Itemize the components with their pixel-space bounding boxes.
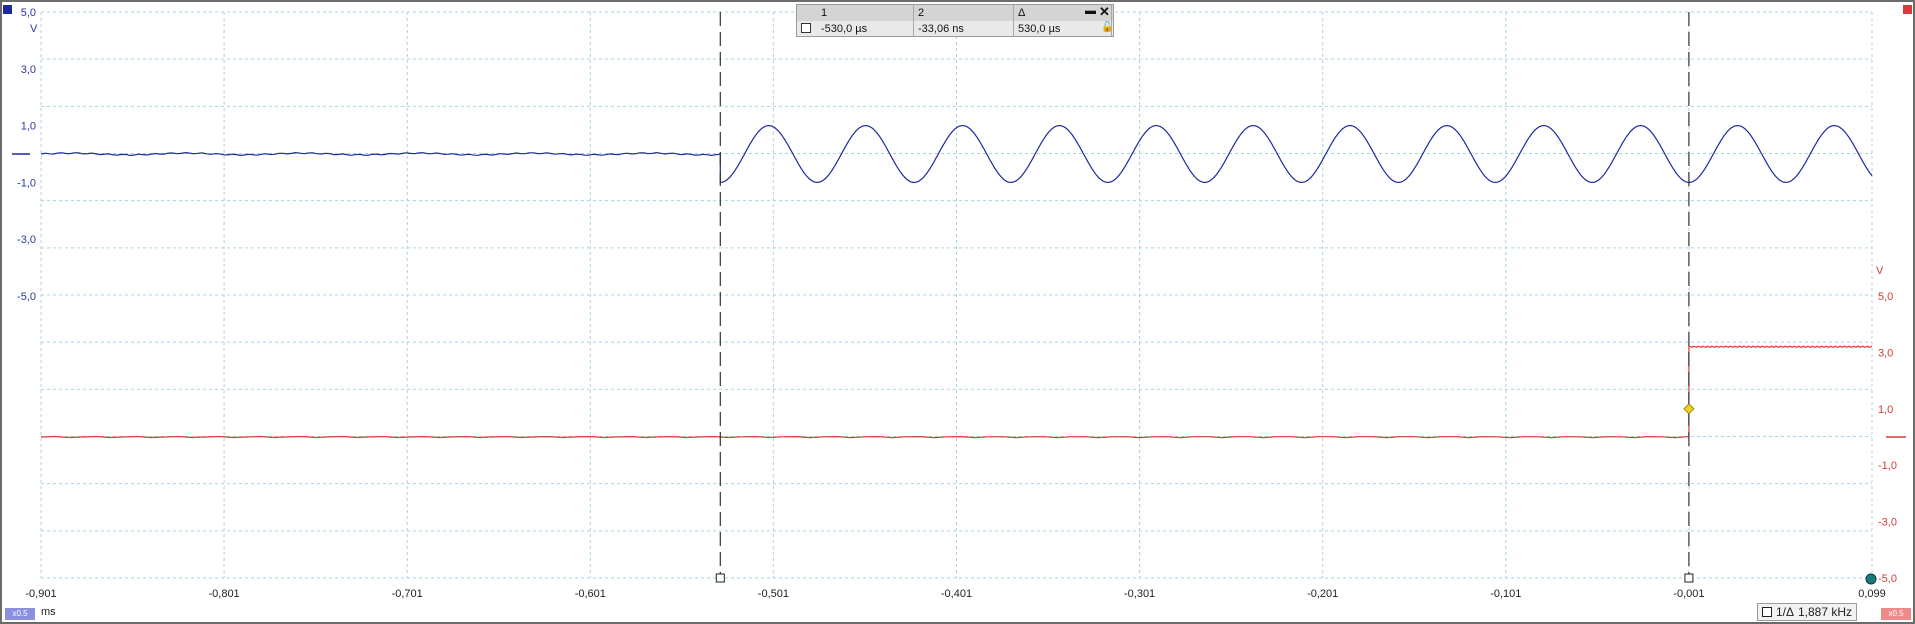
x-tick-label: -0,701: [392, 588, 423, 600]
channel-a-y-tick: -3,0: [17, 234, 36, 246]
x-axis-unit: ms: [41, 606, 56, 618]
channel-a-y-tick: 1,0: [21, 121, 36, 133]
minimize-icon[interactable]: ▬: [1085, 5, 1096, 17]
frequency-value: 1,887 kHz: [1797, 605, 1852, 619]
cursor-table-header: [797, 5, 1113, 21]
frequency-readout[interactable]: 1/Δ 1,887 kHz: [1756, 603, 1857, 621]
channel-a-y-tick: 3,0: [21, 64, 36, 76]
channel-b-y-tick: 5,0: [1878, 291, 1893, 303]
cursor-1-value: -530,0 µs: [821, 23, 868, 35]
x-tick-label: -0,201: [1307, 588, 1338, 600]
cursor-readout-table[interactable]: 1 2 Δ ▬ ✕ -530,0 µs -33,06 ns 530,0 µs 🔓: [796, 4, 1114, 37]
x-tick-label: -0,101: [1490, 588, 1521, 600]
trigger-marker[interactable]: [1683, 403, 1695, 415]
channel-a-y-tick: -5,0: [17, 291, 36, 303]
channel-b-y-tick: -3,0: [1878, 517, 1897, 529]
x-tick-label: -0,501: [758, 588, 789, 600]
channel-a-y-tick: -1,0: [17, 177, 36, 189]
cursor-2-header: 2: [918, 7, 925, 19]
oscilloscope-plot[interactable]: -0,901 -0,801 -0,701 -0,601 -0,501 -0,401 -0,3…: [0, 0, 1915, 624]
ruler-mode-label: 1/Δ: [1775, 605, 1794, 619]
channel-b-y-tick: 3,0: [1878, 347, 1893, 359]
ruler-icon[interactable]: [1761, 607, 1772, 617]
channel-b-y-tick: 1,0: [1878, 404, 1893, 416]
channel-b-unit: V: [1876, 265, 1884, 277]
time-cursor-handle-2[interactable]: [1684, 573, 1694, 583]
plot-frame: [0, 0, 1915, 624]
cursor-1-header: 1: [821, 7, 828, 19]
channel-a-unit: V: [30, 23, 38, 35]
cursor-delta-header: Δ: [1018, 7, 1026, 19]
lock-icon[interactable]: 🔓: [1101, 22, 1113, 33]
x-tick-label: -0,401: [941, 588, 972, 600]
ruler-handle[interactable]: [1865, 573, 1877, 585]
x-tick-label: -0,301: [1124, 588, 1155, 600]
axis-labels: -0,901 -0,801 -0,701 -0,601 -0,501 -0,401 -0,3…: [12, 7, 1906, 618]
channel-b-corner-marker: [1903, 5, 1912, 14]
cursor-2-value: -33,06 ns: [918, 23, 964, 35]
cursor-delta-value: 530,0 µs: [1018, 23, 1061, 35]
channel-b-scale-tag[interactable]: x0.5: [1881, 608, 1911, 620]
channel-a-scale-tag[interactable]: x0.5: [5, 608, 35, 620]
channel-a-corner-marker: [3, 5, 12, 14]
x-tick-label: -0,901: [25, 588, 56, 600]
channel-b-y-tick: -5,0: [1878, 573, 1897, 585]
channel-a-y-tick: 5,0: [21, 7, 36, 19]
channel-b-y-tick: -1,0: [1878, 460, 1897, 472]
x-tick-label: -0,801: [208, 588, 239, 600]
x-tick-label: -0,001: [1673, 588, 1704, 600]
x-tick-label: -0,601: [575, 588, 606, 600]
close-icon[interactable]: ✕: [1099, 4, 1110, 20]
x-tick-label: 0,099: [1858, 588, 1886, 600]
cursor-type-icon[interactable]: [801, 23, 811, 33]
cursors[interactable]: [715, 12, 1877, 585]
grid: [40, 11, 1873, 579]
time-cursor-handle-1[interactable]: [715, 573, 725, 583]
